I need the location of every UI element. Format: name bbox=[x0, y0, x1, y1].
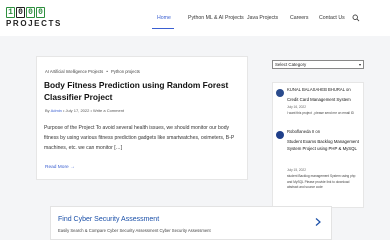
post-date: July 17, 2022 bbox=[65, 108, 90, 113]
comment-date: July 15, 2022 bbox=[287, 168, 306, 172]
category-separator: • bbox=[106, 69, 108, 74]
post-author[interactable]: Admin bbox=[51, 108, 62, 113]
comment-header: KUNAL BALASAHEB BHURAL on bbox=[287, 87, 363, 93]
post-categories: AI Artificial Intelligence Projects • Py… bbox=[45, 69, 140, 74]
active-nav-indicator bbox=[152, 28, 174, 30]
comment-post-link[interactable]: Student Exams Backlog Management System … bbox=[287, 138, 361, 152]
comment-header: Roboflaneda II on bbox=[287, 129, 363, 135]
logo-digit: 0 bbox=[26, 7, 35, 18]
avatar bbox=[276, 131, 284, 139]
nav-home[interactable]: Home bbox=[157, 13, 171, 23]
site-logo[interactable]: 1 0 0 0 PROJECTS bbox=[6, 7, 80, 31]
category-select-value: Select Category bbox=[275, 62, 307, 67]
logo-digit: 0 bbox=[36, 7, 45, 18]
comment-text: student Backlog management System using … bbox=[287, 174, 356, 189]
chevron-right-icon[interactable] bbox=[313, 217, 323, 227]
ad-subtitle: Easily Search & Compare Cyber Security A… bbox=[58, 228, 211, 233]
logo-subtitle: PROJECTS bbox=[6, 19, 62, 28]
comment-author[interactable]: Roboflaneda II bbox=[287, 129, 314, 134]
post-meta: By Admin • July 17, 2022 • Write a Comme… bbox=[45, 108, 124, 113]
read-more-link[interactable]: Read More → bbox=[45, 165, 75, 170]
site-header: 1 0 0 0 PROJECTS Home Python ML & AI Pro… bbox=[0, 0, 390, 36]
comment-on: on bbox=[315, 129, 321, 134]
category-link[interactable]: Python projects bbox=[111, 69, 140, 74]
nav-python-ml-ai-projects[interactable]: Python ML & AI Projects bbox=[188, 13, 244, 23]
recent-comments-widget: KUNAL BALASAHEB BHURAL on Credit Card Ma… bbox=[272, 82, 364, 208]
comment-post-link[interactable]: Credit Card Management System bbox=[287, 96, 361, 103]
nav-careers[interactable]: Careers bbox=[290, 13, 308, 23]
comment-author[interactable]: KUNAL BALASAHEB BHURAL bbox=[287, 87, 345, 92]
comment-on: on bbox=[346, 87, 351, 92]
post-title[interactable]: Body Fitness Prediction using Random For… bbox=[44, 80, 240, 103]
nav-java-projects[interactable]: Java Projects bbox=[247, 13, 278, 23]
logo-digit: 1 bbox=[6, 7, 15, 18]
write-comment-link[interactable]: Write a Comment bbox=[93, 108, 124, 113]
comment-text: I want this project , please send me on … bbox=[287, 111, 354, 115]
logo-digits: 1 0 0 0 bbox=[6, 7, 80, 18]
post-card: AI Artificial Intelligence Projects • Py… bbox=[36, 56, 248, 180]
logo-digit: 0 bbox=[16, 7, 25, 18]
chevron-down-icon: ▾ bbox=[358, 62, 361, 67]
post-excerpt: Purpose of the Project To avoid several … bbox=[44, 125, 235, 151]
ad-banner[interactable]: Find Cyber Security Assessment Easily Se… bbox=[50, 206, 332, 240]
search-icon[interactable] bbox=[352, 14, 360, 22]
comment-date: July 16, 2022 bbox=[287, 105, 306, 109]
ad-title[interactable]: Find Cyber Security Assessment bbox=[58, 216, 159, 223]
category-select[interactable]: Select Category ▾ bbox=[272, 60, 364, 69]
meta-by: By bbox=[45, 108, 50, 113]
category-link[interactable]: AI Artificial Intelligence Projects bbox=[45, 69, 103, 74]
avatar bbox=[276, 89, 284, 97]
nav-contact-us[interactable]: Contact Us bbox=[319, 13, 345, 23]
